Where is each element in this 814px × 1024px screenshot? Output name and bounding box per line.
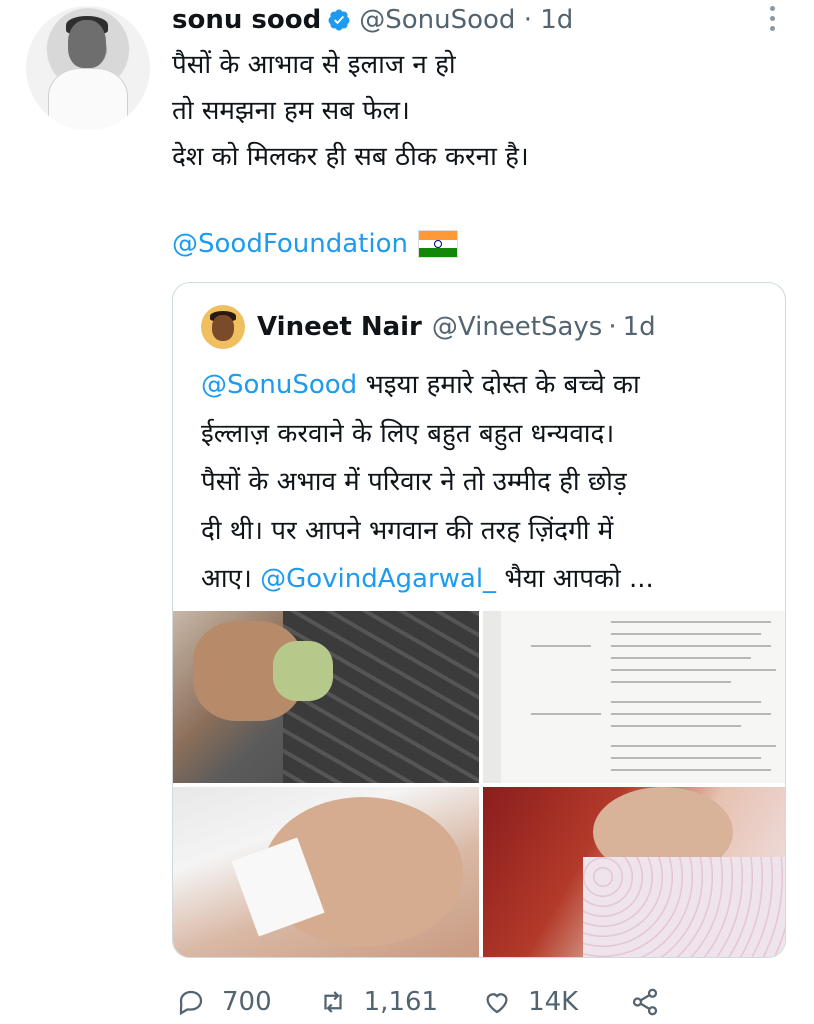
mention-link[interactable]: @SonuSood bbox=[201, 370, 357, 400]
quoted-line: ईल्लाज़ करवाने के लिए बहुत बहुत धन्यवाद। bbox=[201, 418, 615, 449]
author-handle[interactable]: @SonuSood bbox=[359, 5, 515, 35]
media-photo-man[interactable] bbox=[173, 611, 479, 783]
quoted-tweet[interactable]: Vineet Nair @VineetSays · 1d @SonuSood भ… bbox=[172, 282, 786, 958]
author-name[interactable]: sonu sood bbox=[172, 5, 321, 35]
share-icon bbox=[633, 988, 658, 1016]
author-avatar[interactable] bbox=[26, 6, 150, 130]
quoted-author-name[interactable]: Vineet Nair bbox=[257, 312, 422, 342]
retweet-count: 1,161 bbox=[363, 987, 439, 1017]
like-count: 14K bbox=[528, 987, 579, 1017]
tweet-time[interactable]: 1d bbox=[540, 5, 573, 35]
verified-badge-icon bbox=[328, 9, 350, 31]
more-options-icon[interactable] bbox=[770, 6, 778, 36]
mention-link[interactable]: @SoodFoundation bbox=[172, 224, 408, 264]
quoted-line: आए। bbox=[201, 564, 261, 594]
quoted-line: दी थी। पर आपने भगवान की तरह ज़िंदगी में bbox=[201, 515, 614, 546]
quoted-avatar[interactable] bbox=[201, 305, 245, 349]
tweet-line: तो समझना हम सब फेल। bbox=[172, 96, 410, 126]
quoted-header: Vineet Nair @VineetSays · 1d bbox=[201, 305, 656, 349]
heart-icon bbox=[486, 993, 508, 1014]
retweet-icon bbox=[324, 991, 342, 1013]
media-photo-document[interactable] bbox=[483, 611, 785, 783]
tweet-header: sonu sood @SonuSood · 1d bbox=[172, 2, 573, 38]
reply-button[interactable]: 700 bbox=[176, 987, 272, 1017]
like-button[interactable]: 14K bbox=[482, 987, 578, 1017]
media-photo-baby-1[interactable] bbox=[173, 787, 479, 957]
reply-count: 700 bbox=[222, 987, 272, 1017]
tweet-line: पैसों के आभाव से इलाज न हो bbox=[172, 50, 456, 80]
tweet-line: देश को मिलकर ही सब ठीक करना है। bbox=[172, 142, 529, 172]
retweet-button[interactable]: 1,161 bbox=[318, 987, 438, 1017]
quoted-author-handle[interactable]: @VineetSays bbox=[432, 312, 602, 342]
quoted-time[interactable]: 1d bbox=[623, 312, 656, 342]
quoted-text: @SonuSood भइया हमारे दोस्त के बच्चे का ई… bbox=[201, 361, 654, 604]
share-button[interactable] bbox=[630, 987, 660, 1017]
separator-dot: · bbox=[608, 312, 617, 342]
mention-link[interactable]: @GovindAgarwal_ bbox=[260, 564, 496, 594]
media-photo-baby-2[interactable] bbox=[483, 787, 785, 957]
media-grid bbox=[173, 611, 785, 957]
mention-line: @SoodFoundation bbox=[172, 224, 458, 264]
india-flag-icon bbox=[417, 230, 458, 258]
quoted-line: भैया आपको ... bbox=[496, 564, 654, 594]
reply-icon bbox=[179, 990, 203, 1016]
quoted-line: पैसों के अभाव में परिवार ने तो उम्मीद ही… bbox=[201, 467, 627, 497]
separator-dot: · bbox=[515, 5, 541, 35]
tweet-text: पैसों के आभाव से इलाज न हो तो समझना हम स… bbox=[172, 42, 529, 180]
quoted-line: भइया हमारे दोस्त के बच्चे का bbox=[357, 370, 640, 400]
action-bar: 700 1,161 14K bbox=[172, 980, 660, 1024]
